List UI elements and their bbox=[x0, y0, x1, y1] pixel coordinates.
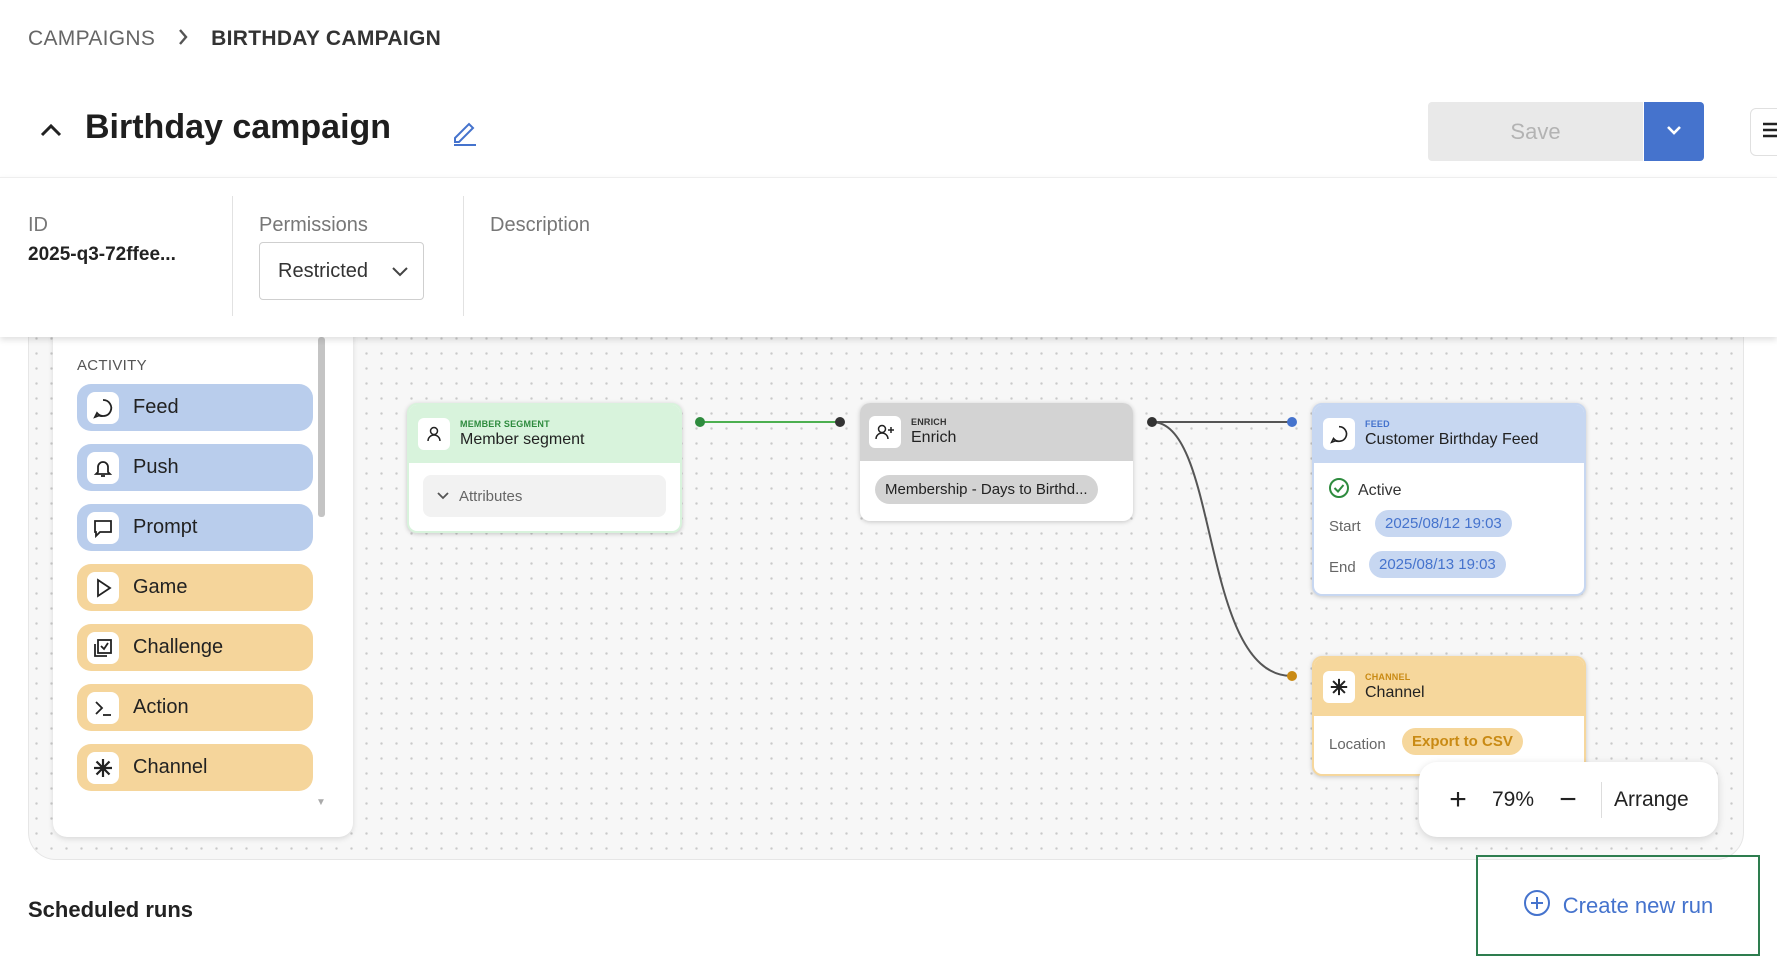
chevron-down-icon bbox=[391, 260, 409, 283]
node-handle[interactable] bbox=[1287, 671, 1297, 681]
palette-item-push[interactable]: Push bbox=[77, 444, 313, 491]
palette-item-prompt[interactable]: Prompt bbox=[77, 504, 313, 551]
scroll-down-icon[interactable]: ▼ bbox=[316, 797, 326, 808]
asterisk-icon bbox=[1323, 671, 1355, 703]
chevron-down-icon bbox=[437, 488, 449, 505]
node-kind: CHANNEL bbox=[1365, 672, 1411, 682]
end-label: End bbox=[1329, 559, 1356, 576]
node-kind: FEED bbox=[1365, 419, 1390, 429]
zoom-controls: + 79% − Arrange bbox=[1419, 762, 1718, 837]
node-name: Member segment bbox=[460, 431, 585, 448]
palette-item-label: Feed bbox=[133, 396, 179, 418]
zoom-out-button[interactable]: − bbox=[1543, 783, 1593, 817]
chat-bubble-icon bbox=[87, 391, 119, 424]
palette-item-label: Game bbox=[133, 576, 188, 598]
palette-item-label: Prompt bbox=[133, 516, 198, 538]
feed-status: Active bbox=[1328, 477, 1402, 504]
permissions-select[interactable]: Restricted bbox=[259, 242, 424, 300]
palette-item-challenge[interactable]: Challenge bbox=[77, 624, 313, 671]
node-channel[interactable]: CHANNEL Channel Location Export to CSV bbox=[1312, 656, 1586, 776]
arrange-button[interactable]: Arrange bbox=[1614, 788, 1689, 812]
node-feed[interactable]: FEED Customer Birthday Feed Active Start… bbox=[1312, 403, 1586, 596]
status-label: Active bbox=[1358, 481, 1402, 499]
zoom-in-button[interactable]: + bbox=[1433, 783, 1483, 817]
divider bbox=[1601, 781, 1602, 818]
node-handle[interactable] bbox=[1147, 417, 1157, 427]
scheduled-runs-title: Scheduled runs bbox=[28, 897, 194, 922]
node-handle[interactable] bbox=[695, 417, 705, 427]
id-label: ID bbox=[28, 214, 48, 236]
attributes-toggle[interactable]: Attributes bbox=[423, 475, 666, 517]
create-new-run-button[interactable]: Create new run bbox=[1476, 855, 1760, 956]
bell-icon bbox=[87, 451, 119, 484]
campaign-info-bar: ID 2025-q3-72ffee... Permissions Restric… bbox=[0, 177, 1777, 337]
play-icon bbox=[87, 571, 119, 604]
palette-item-channel[interactable]: Channel bbox=[77, 744, 313, 791]
checklist-icon bbox=[87, 631, 119, 664]
palette-item-label: Push bbox=[133, 456, 179, 478]
message-square-icon bbox=[87, 511, 119, 544]
node-name: Enrich bbox=[911, 429, 957, 446]
start-label: Start bbox=[1329, 518, 1361, 535]
check-circle-icon bbox=[1328, 477, 1350, 504]
user-plus-icon bbox=[869, 416, 901, 448]
create-new-run-label: Create new run bbox=[1562, 892, 1714, 918]
zoom-level: 79% bbox=[1491, 787, 1535, 811]
chat-bubble-icon bbox=[1323, 418, 1355, 450]
plus-circle-icon bbox=[1523, 889, 1551, 923]
node-name: Customer Birthday Feed bbox=[1365, 431, 1539, 448]
description-label: Description bbox=[490, 214, 591, 236]
attributes-label: Attributes bbox=[459, 487, 523, 505]
user-icon bbox=[418, 418, 450, 450]
node-enrich[interactable]: ENRICH Enrich Membership - Days to Birth… bbox=[860, 403, 1133, 521]
node-kind: MEMBER SEGMENT bbox=[460, 419, 550, 429]
id-value: 2025-q3-72ffee... bbox=[28, 244, 176, 265]
node-member-segment[interactable]: MEMBER SEGMENT Member segment Attributes bbox=[407, 403, 682, 533]
palette-item-action[interactable]: Action bbox=[77, 684, 313, 731]
asterisk-icon bbox=[87, 751, 119, 784]
node-name: Channel bbox=[1365, 684, 1425, 701]
node-kind: ENRICH bbox=[911, 417, 947, 427]
palette-heading: ACTIVITY bbox=[77, 357, 147, 374]
palette-item-label: Channel bbox=[133, 756, 208, 778]
permissions-value: Restricted bbox=[278, 259, 369, 282]
permissions-label: Permissions bbox=[259, 214, 368, 236]
node-handle[interactable] bbox=[835, 417, 845, 427]
palette-item-feed[interactable]: Feed bbox=[77, 384, 313, 431]
node-handle[interactable] bbox=[1287, 417, 1297, 427]
palette-scrollbar[interactable] bbox=[318, 337, 325, 517]
palette-item-game[interactable]: Game bbox=[77, 564, 313, 611]
location-label: Location bbox=[1329, 736, 1386, 753]
palette-item-label: Action bbox=[133, 696, 189, 718]
start-date-chip[interactable]: 2025/08/12 19:03 bbox=[1375, 510, 1512, 537]
end-date-chip[interactable]: 2025/08/13 19:03 bbox=[1369, 551, 1506, 578]
divider bbox=[463, 196, 464, 316]
enrich-attribute-chip[interactable]: Membership - Days to Birthd... bbox=[875, 475, 1098, 504]
palette-item-label: Challenge bbox=[133, 636, 224, 658]
location-chip[interactable]: Export to CSV bbox=[1402, 728, 1523, 755]
divider bbox=[232, 196, 233, 316]
terminal-icon bbox=[87, 691, 119, 724]
